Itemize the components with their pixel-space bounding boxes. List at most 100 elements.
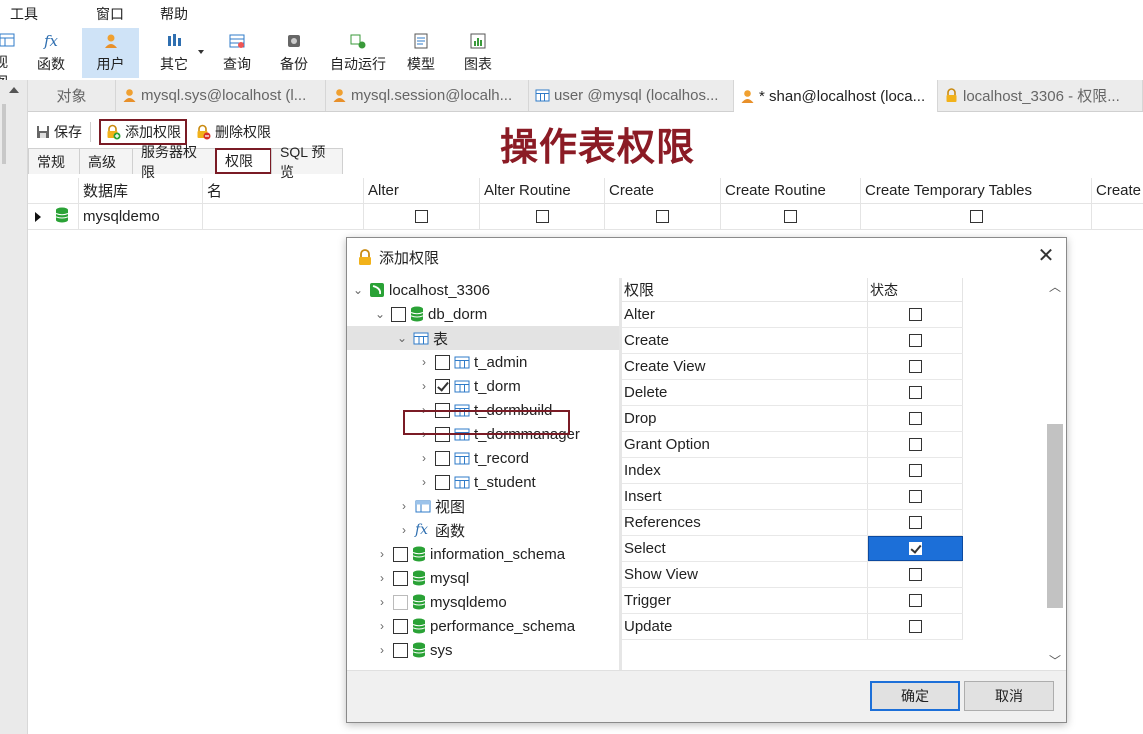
- grid-cell-database[interactable]: mysqldemo: [79, 204, 203, 229]
- tree-item-information-schema[interactable]: › information_schema: [375, 542, 619, 566]
- tab-mysql-sys[interactable]: mysql.sys@localhost (l...: [116, 80, 326, 111]
- grid-cell-alter-routine[interactable]: [480, 204, 605, 229]
- checkbox[interactable]: [908, 490, 922, 503]
- privilege-status-cell[interactable]: [868, 406, 963, 431]
- chevron-right-icon[interactable]: ›: [397, 499, 411, 513]
- grid-cell-create-routine[interactable]: [721, 204, 861, 229]
- privilege-row-alter[interactable]: Alter: [622, 302, 963, 328]
- privilege-row-update[interactable]: Update: [622, 614, 963, 640]
- checkbox[interactable]: [435, 450, 450, 466]
- checkbox[interactable]: [908, 360, 922, 373]
- chevron-right-icon[interactable]: ›: [417, 379, 431, 393]
- toolbar-user-button[interactable]: 用户: [82, 28, 139, 78]
- tab-mysql-session[interactable]: mysql.session@localh...: [326, 80, 529, 111]
- checkbox[interactable]: [415, 210, 428, 223]
- scroll-thumb[interactable]: [1047, 424, 1063, 608]
- checkbox[interactable]: [391, 306, 406, 322]
- tab-localhost-privileges[interactable]: localhost_3306 - 权限...: [938, 80, 1143, 111]
- privilege-row-show-view[interactable]: Show View: [622, 562, 963, 588]
- privilege-row-create-view[interactable]: Create View: [622, 354, 963, 380]
- privilege-status-cell[interactable]: [868, 588, 963, 613]
- tree-item-tables[interactable]: ⌄ 表: [347, 326, 619, 350]
- checkbox[interactable]: [393, 642, 408, 658]
- checkbox[interactable]: [435, 354, 450, 370]
- privilege-row-trigger[interactable]: Trigger: [622, 588, 963, 614]
- privilege-status-cell-selected[interactable]: [868, 536, 963, 561]
- checkbox[interactable]: [969, 210, 983, 223]
- grid-cell-create2[interactable]: [1092, 204, 1143, 229]
- privilege-row-insert[interactable]: Insert: [622, 484, 963, 510]
- tree-item-sys[interactable]: › sys: [375, 638, 619, 662]
- privilege-row-references[interactable]: References: [622, 510, 963, 536]
- toolbar-automation-button[interactable]: 自动运行: [323, 28, 393, 78]
- menu-tools[interactable]: 工具: [0, 4, 52, 24]
- chevron-right-icon[interactable]: ›: [417, 475, 431, 489]
- tab-advanced[interactable]: 高级: [79, 148, 133, 174]
- tab-server-privileges[interactable]: 服务器权限: [132, 144, 216, 180]
- close-icon[interactable]: ✕: [1036, 246, 1056, 266]
- checkbox[interactable]: [393, 546, 408, 562]
- checkbox[interactable]: [908, 594, 922, 607]
- checkbox[interactable]: [908, 438, 922, 451]
- tab-objects[interactable]: 对象: [28, 80, 116, 111]
- privilege-status-cell[interactable]: [868, 614, 963, 639]
- toolbar-query-button[interactable]: 查询: [209, 28, 265, 78]
- checkbox[interactable]: [393, 618, 408, 634]
- checkbox[interactable]: [908, 620, 922, 633]
- privilege-status-cell[interactable]: [868, 302, 963, 327]
- tree-item-mysqldemo[interactable]: › mysqldemo: [375, 590, 619, 614]
- toolbar-other-button[interactable]: 其它: [139, 28, 209, 78]
- privilege-row-select[interactable]: Select: [622, 536, 963, 562]
- privilege-status-cell[interactable]: [868, 562, 963, 587]
- chevron-right-icon[interactable]: ›: [417, 355, 431, 369]
- checkbox-checked[interactable]: [909, 542, 922, 555]
- chevron-right-icon[interactable]: ›: [397, 523, 411, 537]
- privilege-status-cell[interactable]: [868, 380, 963, 405]
- privilege-row-create[interactable]: Create: [622, 328, 963, 354]
- privilege-status-cell[interactable]: [868, 510, 963, 535]
- privilege-status-cell[interactable]: [868, 432, 963, 457]
- grid-cell-create[interactable]: [605, 204, 721, 229]
- chevron-right-icon[interactable]: ›: [375, 643, 389, 657]
- chevron-up-icon[interactable]: ︿: [1045, 278, 1065, 296]
- checkbox[interactable]: [908, 568, 922, 581]
- checkbox[interactable]: [535, 210, 549, 223]
- menu-help[interactable]: 帮助: [138, 4, 202, 24]
- cancel-button[interactable]: 取消: [964, 681, 1054, 711]
- tree-item-db-dorm[interactable]: ⌄ db_dorm: [373, 302, 619, 326]
- chevron-down-icon[interactable]: ⌄: [373, 307, 387, 321]
- grid-cell-create-temp-tables[interactable]: [861, 204, 1092, 229]
- chevron-right-icon[interactable]: ›: [417, 451, 431, 465]
- tab-general[interactable]: 常规: [28, 148, 80, 174]
- toolbar-view-button[interactable]: 视图: [0, 28, 20, 90]
- toolbar-function-button[interactable]: fx 函数: [20, 28, 82, 78]
- checkbox[interactable]: [393, 570, 408, 586]
- chevron-right-icon[interactable]: ›: [375, 547, 389, 561]
- chevron-down-icon[interactable]: ⌄: [395, 331, 409, 345]
- checkbox[interactable]: [908, 464, 922, 477]
- tab-privileges[interactable]: 权限: [215, 148, 272, 174]
- privilege-status-cell[interactable]: [868, 484, 963, 509]
- grid-cell-alter[interactable]: [364, 204, 480, 229]
- menu-window[interactable]: 窗口: [52, 4, 138, 24]
- checkbox[interactable]: [908, 334, 922, 347]
- privilege-row-drop[interactable]: Drop: [622, 406, 963, 432]
- table-row[interactable]: mysqldemo: [28, 204, 1143, 230]
- privilege-status-cell[interactable]: [868, 458, 963, 483]
- privilege-scrollbar[interactable]: ︿ ﹀: [1045, 278, 1065, 670]
- privilege-status-cell[interactable]: [868, 328, 963, 353]
- privilege-status-cell[interactable]: [868, 354, 963, 379]
- scroll-up-icon[interactable]: [9, 87, 19, 93]
- tree-item-t-dorm[interactable]: › t_dorm: [417, 374, 617, 398]
- chevron-right-icon[interactable]: ›: [375, 619, 389, 633]
- checkbox[interactable]: [908, 412, 922, 425]
- checkbox[interactable]: [656, 210, 669, 223]
- tree-item-functions[interactable]: › fx 函数: [397, 518, 617, 542]
- chevron-down-icon[interactable]: ⌄: [351, 283, 365, 297]
- checkbox[interactable]: [784, 210, 797, 223]
- toolbar-model-button[interactable]: 模型: [393, 28, 449, 78]
- checkbox[interactable]: [908, 386, 922, 399]
- tree-item-t-record[interactable]: › t_record: [417, 446, 617, 470]
- toolbar-backup-button[interactable]: 备份: [265, 28, 323, 78]
- toolbar-chart-button[interactable]: 图表: [449, 28, 507, 78]
